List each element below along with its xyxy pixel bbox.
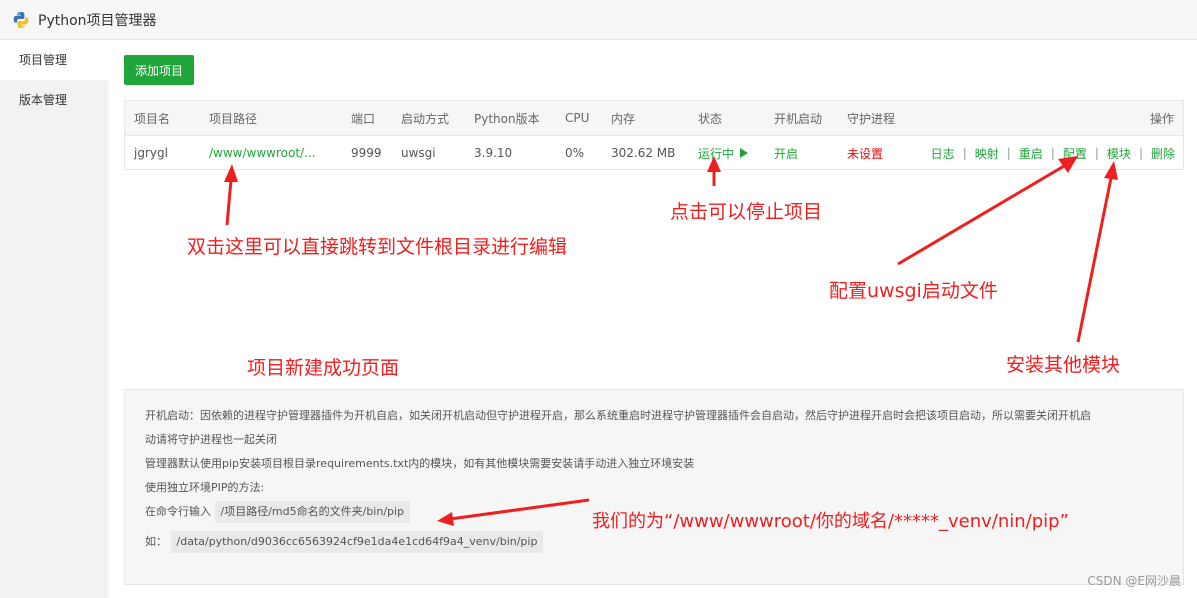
project-path-link[interactable]: /www/wwwroot/...	[209, 136, 316, 170]
header-name: 项目名	[134, 111, 171, 126]
project-port: 9999	[351, 146, 382, 160]
status-label: 运行中	[698, 146, 735, 161]
header-path: 项目路径	[209, 111, 258, 126]
sidebar-item-project-management[interactable]: 项目管理	[0, 40, 109, 80]
project-memory: 302.62 MB	[611, 146, 676, 160]
annotation-status-note: 点击可以停止项目	[670, 201, 823, 223]
header-cpu: CPU	[565, 111, 590, 125]
op-mapping[interactable]: 映射	[975, 145, 999, 162]
header-status: 状态	[698, 111, 723, 126]
note-pip-default: 管理器默认使用pip安装项目根目录requirements.txt内的模块，如有…	[145, 457, 695, 470]
annotation-path-note: 双击这里可以直接跳转到文件根目录进行编辑	[187, 236, 568, 258]
watermark: CSDN @E网沙晨	[1087, 574, 1181, 588]
sidebar-item-version-management[interactable]: 版本管理	[0, 80, 109, 120]
title-bar: Python项目管理器	[0, 0, 1197, 40]
boot-toggle[interactable]: 开启	[774, 136, 798, 170]
row-operations: 日志 | 映射 | 重启 | 配置 | 模块 | 删除	[931, 136, 1175, 170]
op-config[interactable]: 配置	[1063, 145, 1087, 162]
project-name: jgrygl	[134, 146, 168, 160]
notes-panel: 开机启动：因依赖的进程守护管理器插件为开机自启，如关闭开机启动但守护进程开启，那…	[124, 389, 1184, 585]
header-port: 端口	[351, 111, 376, 126]
table-row: jgrygl /www/wwwroot/... 9999 uwsgi 3.9.1…	[125, 136, 1183, 170]
note-example-code: /data/python/d9036cc6563924cf9e1da4e1cd6…	[170, 531, 544, 553]
window-title: Python项目管理器	[38, 12, 157, 29]
op-log[interactable]: 日志	[931, 145, 955, 162]
project-python-version: 3.9.10	[474, 146, 513, 160]
arrow-path	[225, 179, 233, 226]
play-icon	[740, 148, 749, 158]
op-separator: |	[1006, 146, 1011, 160]
header-operations: 操作	[1149, 111, 1174, 126]
table-header: 项目名 项目路径 端口 启动方式 Python版本 CPU 内存 状态 开机启动…	[125, 101, 1183, 136]
note-command-prefix: 在命令行输入	[145, 505, 211, 518]
project-start-mode: uwsgi	[401, 146, 436, 160]
header-boot: 开机启动	[774, 111, 823, 126]
op-modules[interactable]: 模块	[1107, 145, 1131, 162]
note-boot-1: 开机启动：因依赖的进程守护管理器插件为开机自启，如关闭开机启动但守护进程开启，那…	[145, 409, 1091, 422]
annotation-module-note: 安装其他模块	[1006, 354, 1121, 376]
annotation-page-note: 项目新建成功页面	[247, 357, 400, 379]
arrow-modules	[1076, 177, 1113, 343]
status-toggle[interactable]: 运行中	[698, 136, 749, 170]
op-separator: |	[1094, 146, 1099, 160]
op-delete[interactable]: 删除	[1151, 145, 1175, 162]
python-logo-icon	[13, 11, 29, 28]
note-boot-2: 动请将守护进程也一起关闭	[145, 433, 277, 446]
note-example: 如： /data/python/d9036cc6563924cf9e1da4e1…	[145, 530, 1183, 554]
sidebar: 项目管理 版本管理	[0, 40, 109, 598]
header-memory: 内存	[611, 111, 636, 126]
header-guard: 守护进程	[847, 111, 896, 126]
note-example-prefix: 如：	[145, 535, 167, 548]
op-restart[interactable]: 重启	[1019, 145, 1043, 162]
op-separator: |	[1138, 146, 1143, 160]
project-cpu: 0%	[565, 146, 585, 160]
arrow-config	[897, 164, 1065, 266]
project-table: 项目名 项目路径 端口 启动方式 Python版本 CPU 内存 状态 开机启动…	[124, 100, 1184, 170]
header-python-version: Python版本	[474, 111, 540, 126]
annotation-config-note: 配置uwsgi启动文件	[829, 280, 998, 302]
note-command-code: /项目路径/md5命名的文件夹/bin/pip	[214, 501, 411, 523]
annotation-pip-note: 我们的为“/www/wwwroot/你的域名/*****_venv/nin/pi…	[592, 511, 1069, 532]
add-project-button[interactable]: 添加项目	[124, 55, 194, 85]
op-separator: |	[1050, 146, 1055, 160]
header-mode: 启动方式	[401, 111, 450, 126]
op-separator: |	[962, 146, 967, 160]
note-pip-method: 使用独立环境PIP的方法:	[145, 481, 265, 494]
guard-setting[interactable]: 未设置	[847, 136, 883, 170]
